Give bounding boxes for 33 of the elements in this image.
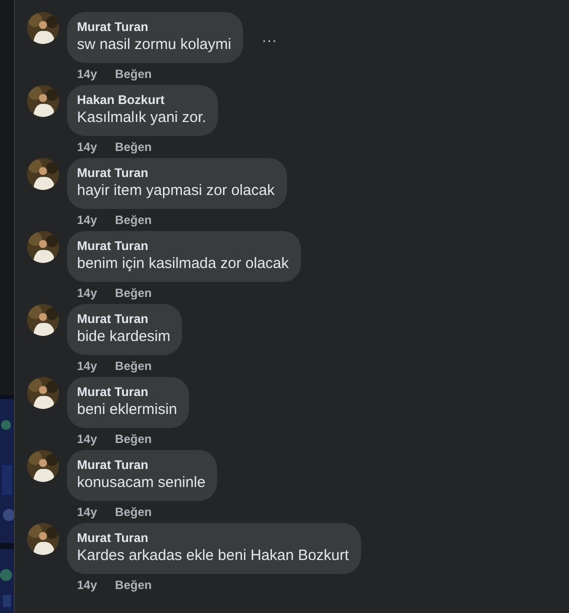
time-link[interactable]: 14y	[77, 357, 98, 375]
like-link[interactable]: Beğen	[115, 138, 152, 156]
time-link[interactable]: 14y	[77, 503, 98, 521]
like-link[interactable]: Beğen	[115, 576, 152, 594]
like-link[interactable]: Beğen	[115, 357, 152, 375]
author-name[interactable]: Murat Turan	[77, 384, 178, 400]
like-link[interactable]: Beğen	[115, 284, 152, 302]
author-name[interactable]: Murat Turan	[77, 19, 232, 35]
time-link[interactable]: 14y	[77, 211, 98, 229]
author-name[interactable]: Murat Turan	[77, 457, 206, 473]
author-name[interactable]: Murat Turan	[77, 311, 170, 327]
time-link[interactable]: 14y	[77, 138, 98, 156]
comment-text: benim için kasilmada zor olacak	[77, 254, 289, 274]
time-link[interactable]: 14y	[77, 65, 98, 83]
comment-text: Kardes arkadas ekle beni Hakan Bozkurt	[77, 546, 349, 566]
time-link[interactable]: 14y	[77, 430, 98, 448]
comment-text: hayir item yapmasi zor olacak	[77, 181, 275, 201]
time-link[interactable]: 14y	[77, 576, 98, 594]
like-link[interactable]: Beğen	[115, 503, 152, 521]
time-link[interactable]: 14y	[77, 284, 98, 302]
like-link[interactable]: Beğen	[115, 211, 152, 229]
comment-text: beni eklermisin	[77, 400, 178, 420]
like-link[interactable]: Beğen	[115, 65, 152, 83]
more-options[interactable]: …	[261, 26, 278, 50]
comment-text: sw nasil zormu kolaymi	[77, 35, 232, 55]
comment-text: bide kardesim	[77, 327, 170, 347]
author-name[interactable]: Murat Turan	[77, 165, 275, 181]
author-name[interactable]: Murat Turan	[77, 238, 289, 254]
like-link[interactable]: Beğen	[115, 430, 152, 448]
author-name[interactable]: Murat Turan	[77, 530, 349, 546]
comment-text: konusacam seninle	[77, 473, 206, 493]
comment-text: Kasılmalık yani zor.	[77, 108, 206, 128]
author-name[interactable]: Hakan Bozkurt	[77, 92, 206, 108]
